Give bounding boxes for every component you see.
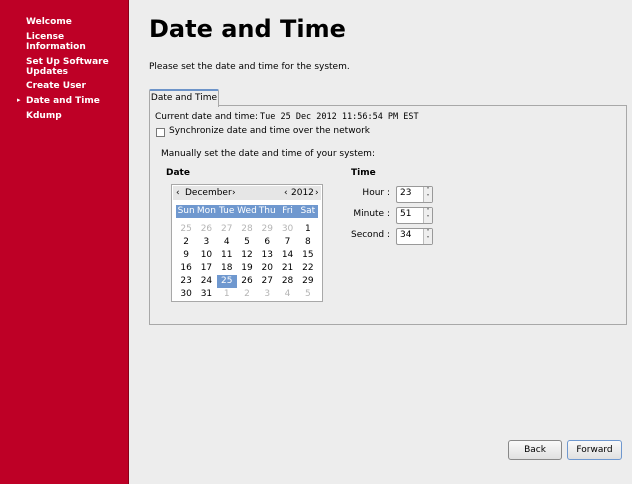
- second-label: Second :: [350, 230, 390, 240]
- calendar-day[interactable]: 28: [277, 275, 297, 288]
- sidebar-item-software-updates: Set Up Software Updates: [26, 57, 109, 77]
- calendar-day[interactable]: 28: [237, 223, 257, 236]
- calendar-week-row: 25 26 27 28 29 30 1: [176, 223, 318, 236]
- calendar-day[interactable]: 5: [237, 236, 257, 249]
- calendar-day[interactable]: 1: [298, 223, 318, 236]
- page-subtitle: Please set the date and time for the sys…: [149, 62, 350, 72]
- calendar-week-row: 23 24 25 26 27 28 29: [176, 275, 318, 288]
- calendar-day[interactable]: 27: [217, 223, 237, 236]
- calendar-day[interactable]: 15: [298, 249, 318, 262]
- page-title: Date and Time: [149, 15, 346, 43]
- hour-value[interactable]: 23: [400, 188, 411, 198]
- calendar-day[interactable]: 8: [298, 236, 318, 249]
- year-label: 2012: [291, 188, 314, 198]
- sidebar: Welcome License Information Set Up Softw…: [0, 0, 129, 484]
- calendar-day[interactable]: 16: [176, 262, 196, 275]
- sync-label[interactable]: Synchronize date and time over the netwo…: [169, 126, 370, 136]
- calendar-day[interactable]: 20: [257, 262, 277, 275]
- calendar[interactable]: ‹ December › ‹ 2012 › Sun Mon Tue Wed Thu Fri…: [171, 184, 323, 302]
- calendar-day[interactable]: 13: [257, 249, 277, 262]
- weekday-label: Wed: [237, 206, 257, 216]
- calendar-day[interactable]: 5: [298, 288, 318, 301]
- weekday-label: Tue: [219, 206, 235, 216]
- calendar-week-row: 16 17 18 19 20 21 22: [176, 262, 318, 275]
- weekday-label: Mon: [196, 206, 216, 216]
- current-step-arrow-icon: ▸: [17, 96, 21, 104]
- weekday-label: Sat: [300, 206, 316, 216]
- calendar-day[interactable]: 7: [277, 236, 297, 249]
- minute-value[interactable]: 51: [400, 209, 411, 219]
- manual-label: Manually set the date and time of your s…: [161, 149, 375, 159]
- calendar-day[interactable]: 12: [237, 249, 257, 262]
- calendar-week-row: 2345678: [176, 236, 318, 249]
- calendar-day[interactable]: 22: [298, 262, 318, 275]
- sync-checkbox[interactable]: [156, 128, 165, 137]
- calendar-header: ‹ December › ‹ 2012 ›: [173, 186, 321, 200]
- second-value[interactable]: 34: [400, 230, 411, 240]
- month-label: December: [185, 188, 232, 198]
- sidebar-item-date-time: Date and Time: [26, 96, 100, 106]
- calendar-day[interactable]: 30: [176, 288, 196, 301]
- sidebar-item-kdump: Kdump: [26, 111, 62, 121]
- current-time-value: Tue 25 Dec 2012 11:56:54 PM EST: [260, 112, 419, 122]
- calendar-day[interactable]: 3: [257, 288, 277, 301]
- calendar-day[interactable]: 9: [176, 249, 196, 262]
- minute-spinner[interactable]: 51 ˄ ˅: [396, 207, 433, 224]
- calendar-day[interactable]: 19: [237, 262, 257, 275]
- second-spinner[interactable]: 34 ˄ ˅: [396, 228, 433, 245]
- sidebar-item-create-user: Create User: [26, 81, 86, 91]
- calendar-day[interactable]: 31: [196, 288, 216, 301]
- sidebar-item-welcome: Welcome: [26, 17, 72, 27]
- back-button[interactable]: Back: [508, 440, 562, 460]
- calendar-week-row: 30 31 1 2 3 4 5: [176, 288, 318, 301]
- minute-spin-arrows-icon[interactable]: ˄ ˅: [423, 208, 432, 223]
- calendar-day[interactable]: 23: [176, 275, 196, 288]
- prev-month-button[interactable]: ‹: [176, 188, 180, 198]
- weekday-header: Sun Mon Tue Wed Thu Fri Sat: [176, 205, 318, 218]
- calendar-day[interactable]: 29: [298, 275, 318, 288]
- hour-spinner[interactable]: 23 ˄ ˅: [396, 186, 433, 203]
- tab-date-and-time[interactable]: Date and Time: [149, 89, 219, 107]
- calendar-day[interactable]: 29: [257, 223, 277, 236]
- sidebar-item-license: License Information: [26, 32, 86, 52]
- calendar-day[interactable]: 4: [277, 288, 297, 301]
- calendar-day[interactable]: 26: [196, 223, 216, 236]
- second-spin-arrows-icon[interactable]: ˄ ˅: [423, 229, 432, 244]
- calendar-day[interactable]: 14: [277, 249, 297, 262]
- forward-button[interactable]: Forward: [567, 440, 622, 460]
- prev-year-button[interactable]: ‹: [284, 188, 288, 198]
- next-year-button[interactable]: ›: [315, 188, 319, 198]
- calendar-day[interactable]: 25: [176, 223, 196, 236]
- date-heading: Date: [166, 168, 190, 178]
- calendar-day[interactable]: 6: [257, 236, 277, 249]
- calendar-day[interactable]: 1: [217, 288, 237, 301]
- calendar-day[interactable]: 3: [196, 236, 216, 249]
- time-heading: Time: [351, 168, 376, 178]
- calendar-day[interactable]: 24: [196, 275, 216, 288]
- weekday-label: Fri: [282, 206, 293, 216]
- minute-label: Minute :: [353, 209, 390, 219]
- next-month-button[interactable]: ›: [232, 188, 236, 198]
- weekday-label: Thu: [258, 206, 276, 216]
- calendar-day[interactable]: 2: [176, 236, 196, 249]
- calendar-day[interactable]: 10: [196, 249, 216, 262]
- hour-label: Hour :: [362, 188, 390, 198]
- weekday-label: Sun: [177, 206, 195, 216]
- calendar-day[interactable]: 17: [196, 262, 216, 275]
- calendar-day[interactable]: 26: [237, 275, 257, 288]
- calendar-day[interactable]: 18: [217, 262, 237, 275]
- date-time-panel: Current date and time: Tue 25 Dec 2012 1…: [149, 105, 627, 325]
- calendar-week-row: 9 10 11 12 13 14 15: [176, 249, 318, 262]
- calendar-day[interactable]: 2: [237, 288, 257, 301]
- calendar-day[interactable]: 25: [216, 275, 237, 288]
- calendar-day[interactable]: 30: [277, 223, 297, 236]
- hour-spin-arrows-icon[interactable]: ˄ ˅: [423, 187, 432, 202]
- calendar-day[interactable]: 11: [217, 249, 237, 262]
- calendar-day[interactable]: 4: [217, 236, 237, 249]
- calendar-day[interactable]: 27: [257, 275, 277, 288]
- calendar-day[interactable]: 21: [277, 262, 297, 275]
- current-time-label: Current date and time:: [155, 112, 258, 122]
